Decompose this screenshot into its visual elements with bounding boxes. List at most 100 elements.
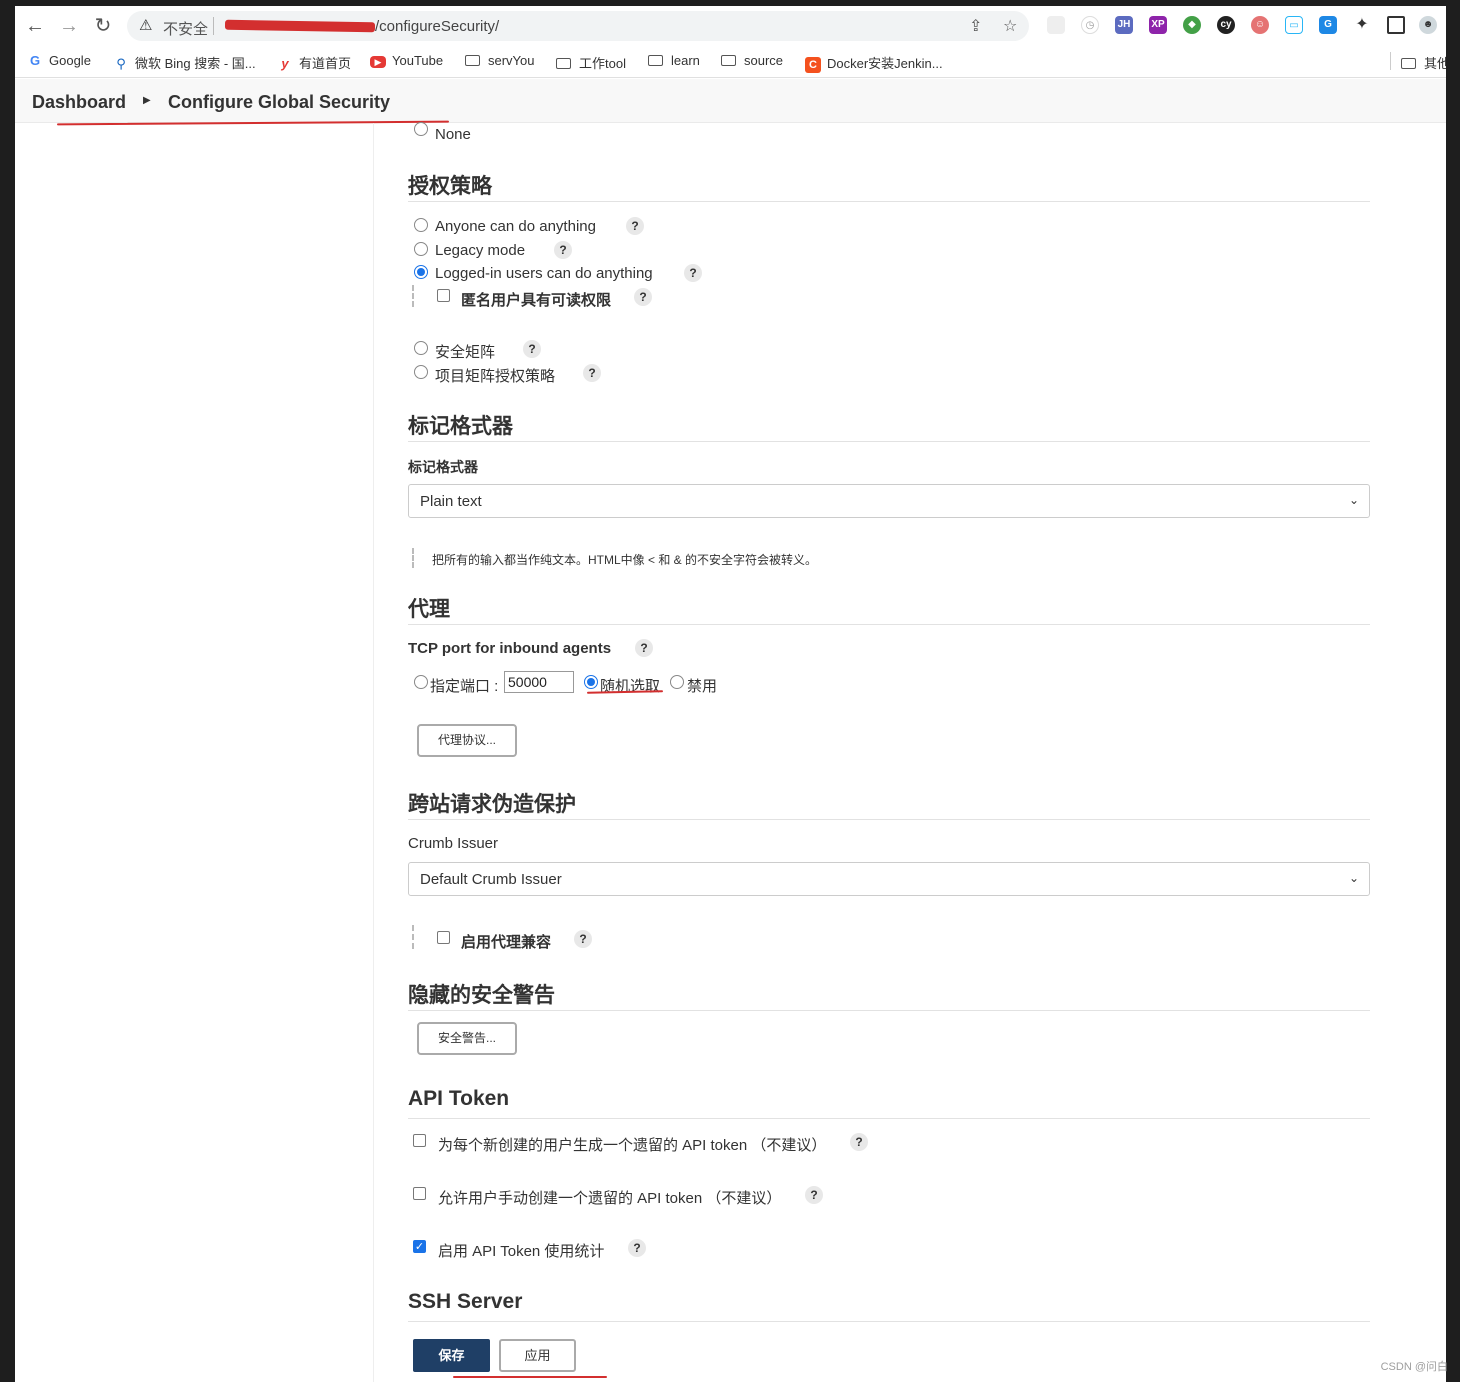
bookmark-youtube[interactable]: ▶ YouTube: [370, 53, 443, 68]
extension-blank-icon[interactable]: [1047, 16, 1065, 34]
star-icon[interactable]: ☆: [1003, 16, 1017, 36]
radio-project-matrix[interactable]: [414, 365, 428, 379]
checkbox-proxy-compat[interactable]: [437, 931, 450, 944]
extension-video-icon[interactable]: ▭: [1285, 16, 1303, 34]
breadcrumb-current[interactable]: Configure Global Security: [168, 92, 390, 113]
checkbox-anonymous-read[interactable]: [437, 289, 450, 302]
warning-icon: ⚠: [139, 17, 153, 34]
bookmarks-separator: [1390, 52, 1391, 70]
folder-icon: [556, 58, 571, 69]
checkbox-label-anonymous-read: 匿名用户具有可读权限: [461, 292, 612, 309]
reload-icon[interactable]: ↻: [91, 14, 115, 38]
select-value-markup: Plain text: [420, 493, 482, 510]
checkbox-label-legacy-manual: 允许用户手动创建一个遗留的 API token （不建议）: [438, 1190, 782, 1207]
extension-xp-icon[interactable]: XP: [1149, 16, 1167, 34]
help-icon[interactable]: ?: [628, 1239, 646, 1257]
csdn-icon: C: [805, 57, 821, 73]
forward-icon[interactable]: →: [57, 14, 81, 38]
help-icon[interactable]: ?: [554, 241, 572, 259]
section-title-authorization: 授权策略: [408, 170, 1370, 202]
checkbox-legacy-new-users[interactable]: [413, 1134, 426, 1147]
share-icon[interactable]: ⇪: [969, 16, 982, 36]
bookmark-worktool[interactable]: 工作tool: [556, 53, 626, 72]
help-icon[interactable]: ?: [635, 639, 653, 657]
field-label-markup: 标记格式器: [408, 459, 478, 475]
breadcrumb-dashboard[interactable]: Dashboard: [32, 92, 126, 113]
port-input[interactable]: [504, 671, 574, 693]
checkbox-usage-stats[interactable]: ✓: [413, 1240, 426, 1253]
radio-matrix[interactable]: [414, 341, 428, 355]
section-title-csrf: 跨站请求伪造保护: [408, 788, 1370, 820]
agent-protocols-button[interactable]: 代理协议...: [417, 724, 517, 757]
help-icon[interactable]: ?: [684, 264, 702, 282]
radio-security-none[interactable]: [414, 122, 428, 136]
select-value-crumb-issuer: Default Crumb Issuer: [420, 871, 562, 888]
radio-legacy[interactable]: [414, 242, 428, 256]
extension-cy-icon[interactable]: cy: [1217, 16, 1235, 34]
radio-label-port-disable: 禁用: [687, 678, 718, 695]
section-title-ssh: SSH Server: [408, 1290, 1370, 1322]
breadcrumb: Dashboard ▶ Configure Global Security: [15, 79, 1446, 123]
checkbox-label-legacy-new-users: 为每个新创建的用户生成一个遗留的 API token （不建议）: [438, 1137, 827, 1154]
radio-anyone[interactable]: [414, 218, 428, 232]
back-icon[interactable]: ←: [23, 14, 47, 38]
chevron-down-icon: ⌄: [1348, 493, 1359, 507]
radio-logged-in[interactable]: [414, 265, 428, 279]
bookmark-learn[interactable]: learn: [648, 53, 700, 68]
extension-translate-icon[interactable]: G: [1319, 16, 1337, 34]
radio-label-project-matrix: 项目矩阵授权策略: [435, 368, 556, 385]
bookmark-youdao[interactable]: y 有道首页: [277, 53, 351, 72]
select-crumb-issuer[interactable]: Default Crumb Issuer ⌄: [408, 862, 1370, 896]
section-title-hidden-warnings: 隐藏的安全警告: [408, 979, 1370, 1011]
save-button[interactable]: 保存: [413, 1339, 490, 1372]
chevron-down-icon: ⌄: [1348, 871, 1359, 885]
checkbox-label-usage-stats: 启用 API Token 使用统计: [438, 1243, 605, 1260]
help-icon[interactable]: ?: [634, 288, 652, 306]
field-label-tcp-port: TCP port for inbound agents: [408, 640, 612, 657]
radio-port-disable[interactable]: [670, 675, 684, 689]
radio-label-matrix: 安全矩阵: [435, 344, 496, 361]
help-icon[interactable]: ?: [850, 1133, 868, 1151]
help-icon[interactable]: ?: [574, 930, 592, 948]
radio-port-random[interactable]: [584, 675, 598, 689]
annotation-underline: [453, 1376, 607, 1378]
avatar[interactable]: ☻: [1419, 16, 1437, 34]
description-indicator: [412, 548, 414, 568]
section-title-markup: 标记格式器: [408, 410, 1370, 442]
extension-leaf-icon[interactable]: ◆: [1183, 16, 1201, 34]
bookmark-google[interactable]: G Google: [27, 53, 91, 68]
checkbox-legacy-manual[interactable]: [413, 1187, 426, 1200]
google-icon: G: [29, 53, 41, 68]
radio-label-legacy: Legacy mode: [435, 242, 526, 259]
redaction-mark: [224, 19, 376, 33]
apply-button[interactable]: 应用: [499, 1339, 576, 1372]
extension-face-icon[interactable]: ☺: [1251, 16, 1269, 34]
bookmark-source[interactable]: source: [721, 53, 783, 68]
sidepanel-icon[interactable]: [1387, 16, 1405, 34]
extension-jh-icon[interactable]: JH: [1115, 16, 1133, 34]
nested-indicator: [412, 285, 414, 307]
help-icon[interactable]: ?: [583, 364, 601, 382]
bookmark-servyou[interactable]: servYou: [465, 53, 535, 68]
address-separator: [213, 17, 214, 35]
radio-label-logged-in: Logged-in users can do anything: [435, 265, 653, 282]
sidebar-divider: [373, 123, 374, 1382]
help-icon[interactable]: ?: [626, 217, 644, 235]
address-bar[interactable]: ⚠ 不安全 /configureSecurity/ ⇪ ☆: [127, 11, 1029, 41]
youdao-icon: y: [281, 56, 289, 71]
radio-port-fixed[interactable]: [414, 675, 428, 689]
bookmark-bing[interactable]: ⚲ 微软 Bing 搜索 - 国...: [113, 53, 255, 72]
breadcrumb-arrow-icon[interactable]: ▶: [143, 95, 151, 106]
section-title-agents: 代理: [408, 593, 1370, 625]
security-warnings-button[interactable]: 安全警告...: [417, 1022, 517, 1055]
select-markup-formatter[interactable]: Plain text ⌄: [408, 484, 1370, 518]
bookmark-other[interactable]: 其他: [1401, 53, 1446, 72]
extension-clock-icon[interactable]: ◷: [1081, 16, 1099, 34]
bookmark-docker-jenkins[interactable]: C Docker安装Jenkin...: [805, 53, 943, 73]
help-icon[interactable]: ?: [523, 340, 541, 358]
help-icon[interactable]: ?: [805, 1186, 823, 1204]
folder-icon: [1401, 58, 1416, 69]
section-title-api-token: API Token: [408, 1087, 1370, 1119]
puzzle-icon[interactable]: ✦: [1353, 16, 1371, 34]
bookmarks-bar: G Google ⚲ 微软 Bing 搜索 - 国... y 有道首页 ▶ YouTub…: [15, 46, 1446, 78]
